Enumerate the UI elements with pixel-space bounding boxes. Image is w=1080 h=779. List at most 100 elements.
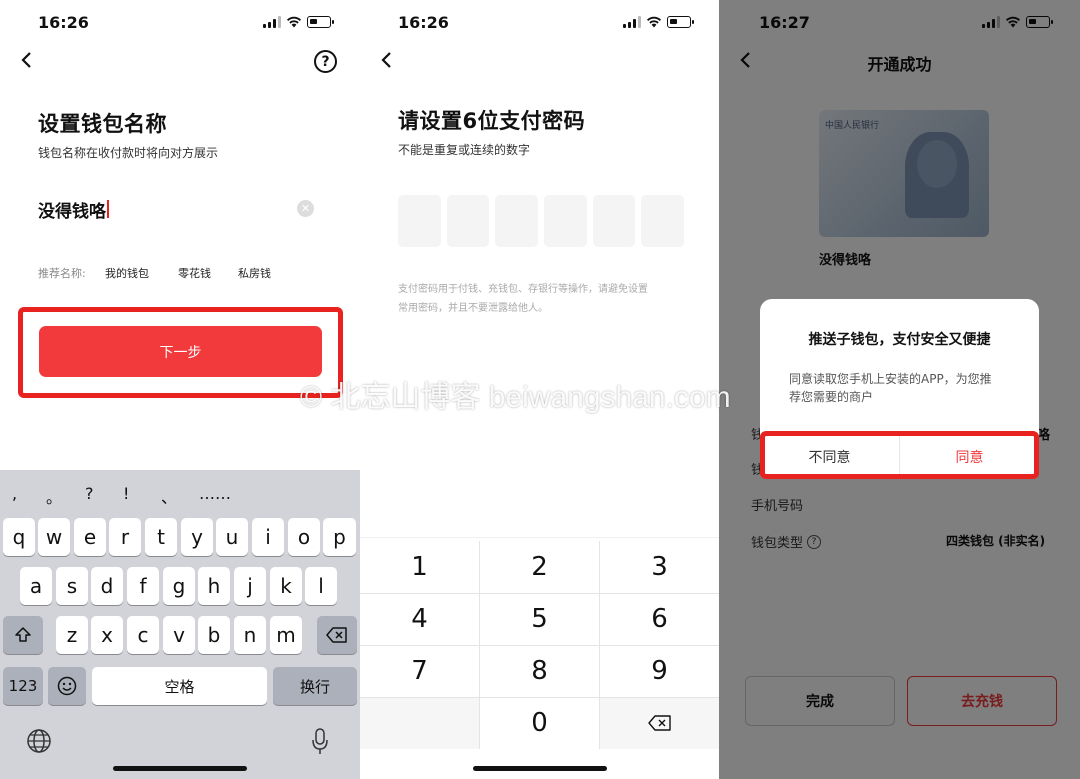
symbol-key[interactable]: ? bbox=[85, 484, 94, 503]
wallet-name-input[interactable]: 没得钱咯 bbox=[38, 196, 288, 222]
numpad-key-2[interactable]: 2 bbox=[480, 541, 599, 593]
backspace-icon bbox=[326, 627, 347, 643]
key-h[interactable]: h bbox=[198, 567, 230, 605]
page-title: 请设置6位支付密码 bbox=[398, 109, 586, 133]
key-i[interactable]: i bbox=[252, 518, 284, 556]
numpad-key-5[interactable]: 5 bbox=[480, 593, 599, 645]
back-icon[interactable] bbox=[20, 51, 40, 71]
numpad-key-9[interactable]: 9 bbox=[600, 645, 719, 697]
page-subtitle: 钱包名称在收付款时将向对方展示 bbox=[38, 146, 219, 160]
symbol-key[interactable]: , bbox=[12, 484, 17, 503]
status-time: 16:26 bbox=[38, 13, 89, 32]
password-digit-box bbox=[398, 195, 441, 247]
key-d[interactable]: d bbox=[91, 567, 123, 605]
key-p[interactable]: p bbox=[323, 518, 356, 556]
suggestion-my-wallet[interactable]: 我的钱包 bbox=[105, 265, 149, 281]
key-t[interactable]: t bbox=[145, 518, 177, 556]
highlight-box bbox=[760, 431, 1039, 479]
key-b[interactable]: b bbox=[198, 616, 230, 654]
battery-icon bbox=[307, 16, 334, 28]
space-key[interactable]: 空格 bbox=[92, 667, 267, 705]
return-key[interactable]: 换行 bbox=[273, 667, 357, 705]
key-g[interactable]: g bbox=[163, 567, 195, 605]
password-digit-box bbox=[495, 195, 539, 247]
wallet-opened-screen: 16:27 开通成功 中国人民银行 没得钱咯 钱 咯 钱 手机号码 钱包类型 ?… bbox=[719, 0, 1080, 779]
help-icon[interactable]: ? bbox=[314, 50, 337, 73]
status-time: 16:26 bbox=[398, 13, 449, 32]
key-k[interactable]: k bbox=[270, 567, 302, 605]
key-c[interactable]: c bbox=[127, 616, 159, 654]
numpad-key-1[interactable]: 1 bbox=[360, 541, 479, 593]
emoji-icon bbox=[57, 676, 77, 696]
signal-icon bbox=[263, 16, 281, 28]
dialog-body-2: 荐您需要的商户 bbox=[789, 390, 874, 404]
password-hint-2: 常用密码，并且不要泄露给他人。 bbox=[398, 303, 548, 314]
watermark: © 北忘山博客 beiwangshan.com bbox=[300, 381, 731, 414]
highlight-box bbox=[18, 307, 343, 398]
key-n[interactable]: n bbox=[234, 616, 266, 654]
key-j[interactable]: j bbox=[234, 567, 266, 605]
key-a[interactable]: a bbox=[20, 567, 52, 605]
back-icon[interactable] bbox=[380, 51, 400, 71]
password-digit-box bbox=[446, 195, 490, 247]
home-indicator bbox=[472, 766, 607, 771]
keyboard: , 。 ? ! 、 …… q w e r t y u i o p a s d f… bbox=[0, 470, 360, 779]
numpad-key-4[interactable]: 4 bbox=[360, 593, 479, 645]
text-cursor bbox=[107, 200, 109, 218]
key-w[interactable]: w bbox=[38, 518, 70, 556]
key-x[interactable]: x bbox=[91, 616, 123, 654]
wifi-icon bbox=[647, 16, 661, 28]
wallet-name-value: 没得钱咯 bbox=[38, 201, 106, 222]
key-y[interactable]: y bbox=[181, 518, 213, 556]
symbol-key[interactable]: ! bbox=[123, 484, 129, 503]
page-subtitle: 不能是重复或连续的数字 bbox=[398, 143, 531, 157]
dialog-body: 同意读取您手机上安装的APP，为您推 bbox=[789, 372, 992, 386]
key-q[interactable]: q bbox=[3, 518, 35, 556]
clear-icon[interactable]: ✕ bbox=[297, 200, 314, 217]
key-o[interactable]: o bbox=[288, 518, 320, 556]
suggestion-pocket-money[interactable]: 零花钱 bbox=[178, 265, 211, 281]
globe-icon[interactable] bbox=[26, 728, 52, 758]
key-z[interactable]: z bbox=[56, 616, 88, 654]
password-digit-box bbox=[641, 195, 685, 247]
wifi-icon bbox=[287, 16, 301, 28]
symbol-key[interactable]: …… bbox=[199, 484, 231, 503]
dialog-title: 推送子钱包，支付安全又便捷 bbox=[808, 332, 991, 348]
numpad-empty bbox=[360, 697, 479, 749]
key-f[interactable]: f bbox=[127, 567, 159, 605]
delete-key[interactable] bbox=[317, 616, 357, 654]
number-pad: 1 2 3 4 5 6 7 8 9 0 bbox=[360, 537, 719, 779]
numpad-key-7[interactable]: 7 bbox=[360, 645, 479, 697]
suggestion-private-money[interactable]: 私房钱 bbox=[238, 265, 271, 281]
shift-key[interactable] bbox=[3, 616, 43, 654]
home-indicator bbox=[113, 766, 247, 771]
password-digit-box bbox=[592, 195, 636, 247]
numpad-key-6[interactable]: 6 bbox=[600, 593, 719, 645]
status-icons bbox=[263, 14, 334, 30]
suggest-label: 推荐名称: bbox=[38, 267, 86, 280]
numpad-key-0[interactable]: 0 bbox=[480, 697, 599, 749]
backspace-icon bbox=[647, 715, 671, 731]
password-hint: 支付密码用于付钱、充钱包、存银行等操作，请避免设置 bbox=[398, 284, 648, 295]
numpad-key-8[interactable]: 8 bbox=[480, 645, 599, 697]
key-s[interactable]: s bbox=[56, 567, 88, 605]
password-digit-box bbox=[544, 195, 587, 247]
key-r[interactable]: r bbox=[109, 518, 141, 556]
numpad-key-3[interactable]: 3 bbox=[600, 541, 719, 593]
battery-icon bbox=[667, 16, 694, 28]
status-icons bbox=[623, 14, 694, 30]
numpad-delete-key[interactable] bbox=[600, 697, 719, 749]
microphone-icon[interactable] bbox=[311, 727, 329, 759]
symbol-key[interactable]: 。 bbox=[46, 484, 62, 508]
numbers-key[interactable]: 123 bbox=[3, 667, 43, 705]
symbol-key[interactable]: 、 bbox=[161, 484, 177, 508]
password-input[interactable] bbox=[398, 195, 685, 247]
emoji-key[interactable] bbox=[48, 667, 86, 705]
signal-icon bbox=[623, 16, 641, 28]
key-l[interactable]: l bbox=[305, 567, 337, 605]
key-v[interactable]: v bbox=[163, 616, 195, 654]
key-e[interactable]: e bbox=[74, 518, 106, 556]
key-m[interactable]: m bbox=[270, 616, 302, 654]
key-u[interactable]: u bbox=[216, 518, 248, 556]
shift-icon bbox=[15, 627, 31, 642]
